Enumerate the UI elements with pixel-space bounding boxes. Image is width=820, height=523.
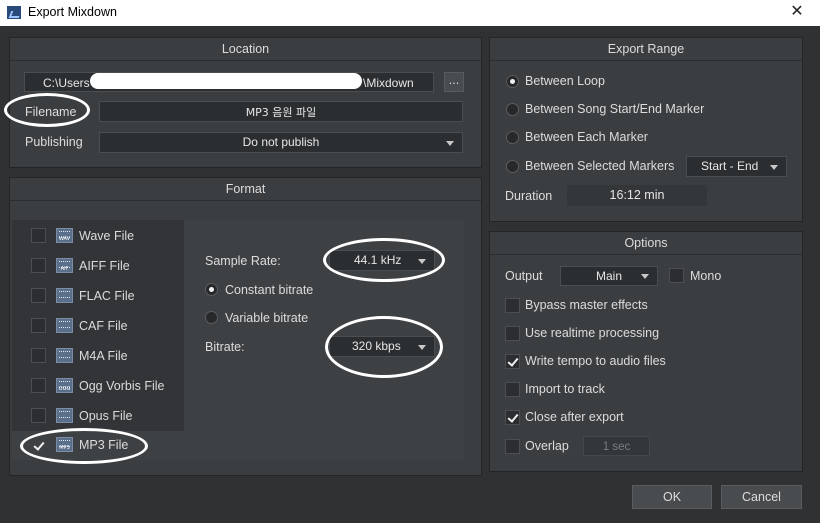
constant-bitrate-label[interactable]: Constant bitrate xyxy=(225,283,313,297)
ogg-file-icon: OGG xyxy=(56,378,73,393)
duration-value: 16:12 min xyxy=(567,185,707,206)
bitrate-dropdown[interactable]: 320 kbps xyxy=(329,336,435,357)
sample-rate-label: Sample Rate: xyxy=(205,254,281,268)
chevron-down-icon xyxy=(446,140,454,146)
format-checkbox[interactable] xyxy=(31,258,46,273)
song-start-end-radio[interactable] xyxy=(506,103,519,116)
song-start-end-label[interactable]: Between Song Start/End Marker xyxy=(525,102,704,116)
between-loop-label[interactable]: Between Loop xyxy=(525,74,605,88)
app-icon xyxy=(7,6,21,19)
output-value: Main xyxy=(595,269,622,283)
markers-value: Start - End xyxy=(701,159,759,173)
format-label: M4A File xyxy=(79,349,128,363)
import-to-track-checkbox[interactable] xyxy=(505,382,520,397)
title-bar: Export Mixdown ✕ xyxy=(0,0,820,26)
format-label: CAF File xyxy=(79,319,128,333)
chevron-down-icon xyxy=(418,344,426,350)
wave-file-icon: WAV xyxy=(56,228,73,243)
mono-checkbox[interactable] xyxy=(669,268,684,283)
aiff-file-icon: AIF xyxy=(56,258,73,273)
options-header: Options xyxy=(490,232,802,255)
path-suffix: \Mixdown xyxy=(363,76,414,90)
format-checkbox[interactable] xyxy=(31,378,46,393)
close-icon[interactable]: ✕ xyxy=(786,1,808,23)
format-label: Wave File xyxy=(79,229,135,243)
format-label: MP3 File xyxy=(79,438,129,452)
mono-label[interactable]: Mono xyxy=(690,269,721,283)
filename-input[interactable] xyxy=(99,101,463,122)
sample-rate-value: 44.1 kHz xyxy=(354,253,402,267)
browse-button[interactable]: ... xyxy=(444,72,464,92)
bitrate-label: Bitrate: xyxy=(205,340,245,354)
between-loop-radio[interactable] xyxy=(506,75,519,88)
sample-rate-dropdown[interactable]: 44.1 kHz xyxy=(329,250,435,271)
realtime-processing-label[interactable]: Use realtime processing xyxy=(525,326,659,340)
format-checkbox[interactable] xyxy=(31,438,46,453)
format-label: Opus File xyxy=(79,409,133,423)
window-title: Export Mixdown xyxy=(28,5,117,19)
import-to-track-label[interactable]: Import to track xyxy=(525,382,605,396)
ok-button[interactable]: OK xyxy=(632,485,712,509)
export-range-header: Export Range xyxy=(490,38,802,61)
publishing-dropdown[interactable]: Do not publish xyxy=(99,132,463,153)
variable-bitrate-label[interactable]: Variable bitrate xyxy=(225,311,308,325)
flac-file-icon xyxy=(56,288,73,303)
format-label: Ogg Vorbis File xyxy=(79,379,165,393)
output-label: Output xyxy=(505,269,543,283)
output-dropdown[interactable]: Main xyxy=(560,266,658,286)
publishing-label: Publishing xyxy=(25,135,83,149)
close-after-export-checkbox[interactable] xyxy=(505,410,520,425)
format-list xyxy=(12,220,184,460)
filename-label: Filename xyxy=(25,105,77,119)
chevron-down-icon xyxy=(418,258,426,264)
format-checkbox[interactable] xyxy=(31,348,46,363)
format-checkbox[interactable] xyxy=(31,228,46,243)
redacted-path xyxy=(90,73,362,89)
overlap-checkbox[interactable] xyxy=(505,439,520,454)
m4a-file-icon xyxy=(56,348,73,363)
bypass-master-effects-checkbox[interactable] xyxy=(505,298,520,313)
duration-label: Duration xyxy=(505,189,553,203)
chevron-down-icon xyxy=(770,164,778,170)
chevron-down-icon xyxy=(641,274,649,279)
bypass-master-effects-label[interactable]: Bypass master effects xyxy=(525,298,648,312)
variable-bitrate-radio[interactable] xyxy=(205,311,218,324)
format-checkbox[interactable] xyxy=(31,288,46,303)
each-marker-label[interactable]: Between Each Marker xyxy=(525,130,648,144)
format-checkbox[interactable] xyxy=(31,408,46,423)
each-marker-radio[interactable] xyxy=(506,131,519,144)
caf-file-icon xyxy=(56,318,73,333)
opus-file-icon xyxy=(56,408,73,423)
format-label: AIFF File xyxy=(79,259,130,273)
close-after-export-label[interactable]: Close after export xyxy=(525,410,624,424)
write-tempo-checkbox[interactable] xyxy=(505,354,520,369)
location-header: Location xyxy=(10,38,481,61)
format-checkbox[interactable] xyxy=(31,318,46,333)
markers-dropdown[interactable]: Start - End xyxy=(686,156,787,177)
constant-bitrate-radio[interactable] xyxy=(205,283,218,296)
path-prefix: C:\Users xyxy=(43,76,90,90)
format-label: FLAC File xyxy=(79,289,135,303)
selected-markers-radio[interactable] xyxy=(506,160,519,173)
publishing-value: Do not publish xyxy=(242,135,320,149)
realtime-processing-checkbox[interactable] xyxy=(505,326,520,341)
mp3-file-icon: MP3 xyxy=(56,437,73,452)
selected-markers-label[interactable]: Between Selected Markers xyxy=(525,159,674,173)
overlap-label[interactable]: Overlap xyxy=(525,439,569,453)
overlap-value[interactable]: 1 sec xyxy=(583,436,650,456)
cancel-button[interactable]: Cancel xyxy=(721,485,802,509)
write-tempo-label[interactable]: Write tempo to audio files xyxy=(525,354,666,368)
bitrate-value: 320 kbps xyxy=(352,339,401,353)
format-header: Format xyxy=(10,178,481,201)
